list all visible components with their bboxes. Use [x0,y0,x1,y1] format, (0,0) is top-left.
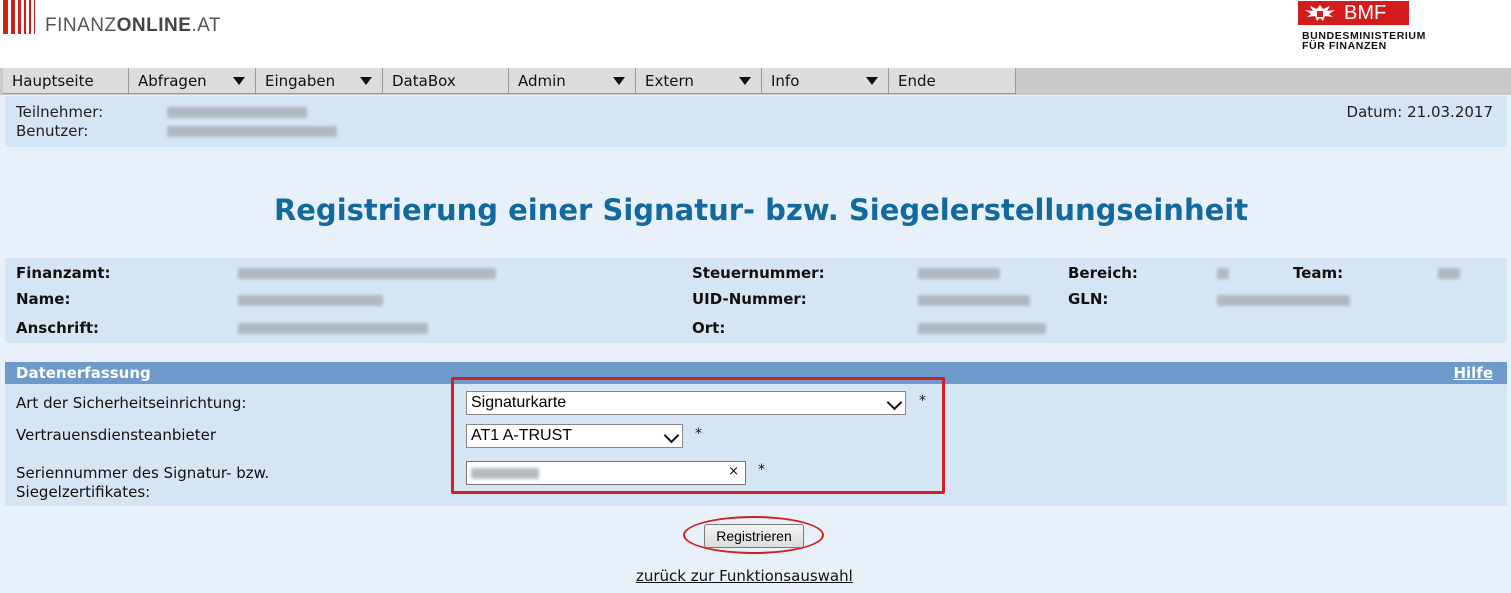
anschrift-label: Anschrift: [16,319,100,337]
finanzonline-logo-icon [3,0,39,34]
ort-label: Ort: [692,319,726,337]
finanzamt-label: Finanzamt: [16,264,111,282]
help-link[interactable]: Hilfe [1453,364,1493,382]
page-title: Registrierung einer Signatur- bzw. Siege… [273,193,1249,227]
menu-databox[interactable]: DataBox [383,68,509,94]
chevron-down-icon [739,76,751,85]
chevron-down-icon [866,76,878,85]
menu-admin[interactable]: Admin [509,68,636,94]
redacted-name [238,295,383,306]
date-display: Datum: 21.03.2017 [1346,103,1493,121]
finanzonline-logo-text: FINANZONLINE.AT [45,15,222,36]
menu-info[interactable]: Info [762,68,889,94]
field-serial-label: Seriennummer des Signatur- bzw. Siegelzer… [16,464,270,501]
redacted-finanzamt [238,268,496,279]
menu-hauptseite[interactable]: Hauptseite [3,68,129,94]
gln-label: GLN: [1068,290,1109,308]
menu-abfragen[interactable]: Abfragen [129,68,256,94]
menu-extern[interactable]: Extern [636,68,762,94]
chevron-down-icon [233,76,245,85]
redacted-benutzer [167,126,337,137]
eagle-icon [1305,5,1335,21]
page-header: FINANZONLINE.AT BMF BUNDESMINISTERIUM FÜ… [0,0,1511,68]
chevron-down-icon [613,76,625,85]
steuernummer-label: Steuernummer: [692,264,825,282]
highlight-frame [451,377,945,494]
user-info-bar: Teilnehmer: Benutzer: Datum: 21.03.2017 [5,96,1507,147]
menu-eingaben[interactable]: Eingaben [256,68,383,94]
register-button[interactable]: Registrieren [704,524,804,548]
name-label: Name: [16,290,71,308]
bmf-label: BMF [1344,2,1387,24]
bereich-label: Bereich: [1068,264,1138,282]
field-provider-label: Vertrauensdiensteanbieter [16,426,217,444]
taxpayer-info: Finanzamt: Name: Anschrift: Steuernummer… [5,258,1507,343]
redacted-bereich [1217,268,1229,279]
redacted-anschrift [238,323,428,334]
uid-label: UID-Nummer: [692,290,807,308]
menu-ende[interactable]: Ende [889,68,1016,94]
benutzer-label: Benutzer: [16,122,89,140]
section-title: Datenerfassung [16,364,151,382]
redacted-gln [1217,295,1350,306]
team-label: Team: [1293,264,1344,282]
field-security-type-label: Art der Sicherheitseinrichtung: [16,394,247,412]
redacted-teilnehmer [167,107,307,118]
bmf-subtitle: BUNDESMINISTERIUM FÜR FINANZEN [1302,30,1426,52]
bmf-logo: BMF [1298,1,1409,25]
redacted-team [1438,268,1460,279]
redacted-steuernummer [918,268,1000,279]
redacted-uid [918,295,1030,306]
back-link[interactable]: zurück zur Funktionsauswahl [636,567,853,585]
redacted-ort [918,323,1046,334]
chevron-down-icon [360,76,372,85]
teilnehmer-label: Teilnehmer: [16,103,104,121]
